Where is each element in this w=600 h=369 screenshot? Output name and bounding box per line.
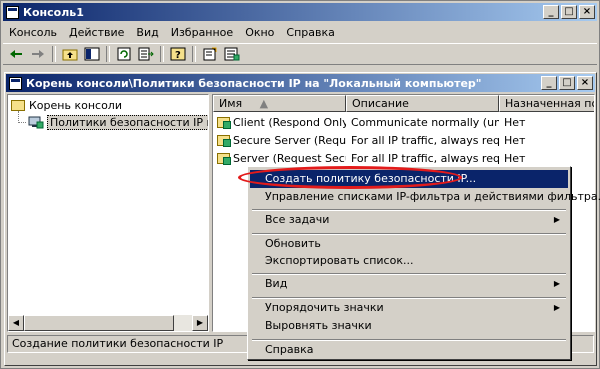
scroll-left-button[interactable]: ◀ <box>8 315 24 331</box>
back-arrow-icon[interactable] <box>6 45 26 63</box>
policy-description: Communicate normally (uns... <box>351 115 499 129</box>
child-window-title: Корень консоли\Политики безопасности IP … <box>26 76 482 90</box>
toolbar-separator <box>192 46 196 62</box>
list-row[interactable]: Client (Respond Only) Communicate normal… <box>213 113 594 131</box>
child-maximize-button[interactable]: □ <box>559 76 575 90</box>
policy-icon <box>217 135 231 147</box>
help-icon[interactable]: ? <box>168 45 188 63</box>
tree-item-root[interactable]: Корень консоли <box>11 97 122 113</box>
up-folder-icon[interactable] <box>60 45 80 63</box>
toolbar-separator <box>106 46 110 62</box>
tree-horizontal-scrollbar[interactable]: ◀ ▶ <box>8 315 208 331</box>
forward-arrow-icon[interactable] <box>28 45 48 63</box>
menu-view[interactable]: Вид <box>130 26 164 39</box>
create-policy-icon[interactable] <box>200 45 220 63</box>
column-header-description[interactable]: Описание <box>346 95 499 112</box>
column-header-name[interactable]: Имя ▲ <box>213 95 346 112</box>
menu-item-arrange-icons[interactable]: Упорядочить значки ▶ <box>250 299 568 317</box>
context-menu: Создать политику безопасности IP... Упра… <box>247 166 600 360</box>
svg-text:?: ? <box>175 50 181 61</box>
tree-item-ip-security-policies[interactable]: Политики безопасности IP на "Ло <box>28 114 208 130</box>
refresh-icon[interactable] <box>114 45 134 63</box>
submenu-arrow-icon: ▶ <box>553 215 560 224</box>
tree-item-label: Политики безопасности IP на "Ло <box>47 114 208 130</box>
show-hide-tree-icon[interactable] <box>82 45 102 63</box>
tree-item-label: Корень консоли <box>29 98 122 112</box>
child-title-bar[interactable]: Корень консоли\Политики безопасности IP … <box>6 74 595 92</box>
menu-action[interactable]: Действие <box>63 26 130 39</box>
status-text: Создание политики безопасности IP <box>12 337 224 350</box>
menu-item-view[interactable]: Вид ▶ <box>250 275 568 293</box>
tree-connector <box>18 111 26 123</box>
column-header-assigned[interactable]: Назначенная поли <box>499 95 594 112</box>
menu-window[interactable]: Окно <box>239 26 280 39</box>
menu-item-all-tasks[interactable]: Все задачи ▶ <box>250 211 568 229</box>
child-close-button[interactable]: × <box>577 76 593 90</box>
minimize-button[interactable]: _ <box>543 5 559 19</box>
ip-security-icon <box>28 116 44 129</box>
console-root-icon <box>9 76 22 90</box>
child-minimize-button[interactable]: _ <box>541 76 557 90</box>
policy-description: For all IP traffic, always req... <box>351 133 499 147</box>
policy-assigned: Нет <box>504 115 526 129</box>
policy-icon <box>217 153 231 165</box>
toolbar: ? <box>3 43 597 65</box>
list-row[interactable]: Secure Server (Requir... For all IP traf… <box>213 131 594 149</box>
app-title-bar[interactable]: Консоль1 _ □ × <box>3 3 597 21</box>
sort-ascending-icon: ▲ <box>259 97 269 110</box>
submenu-arrow-icon: ▶ <box>553 303 560 312</box>
console-app-icon <box>6 5 19 19</box>
toolbar-separator <box>160 46 164 62</box>
policy-name: Server (Request Secu... <box>233 151 346 165</box>
menu-item-help[interactable]: Справка <box>250 341 568 359</box>
menu-item-manage-ip-filter-lists[interactable]: Управление списками IP-фильтра и действи… <box>250 188 600 206</box>
policy-description: For all IP traffic, always req... <box>351 151 499 165</box>
tree-pane[interactable]: Корень консоли Политики безопасности IP … <box>7 94 209 332</box>
manage-filters-icon[interactable] <box>222 45 242 63</box>
policy-assigned: Нет <box>504 151 526 165</box>
menu-bar: Консоль Действие Вид Избранное Окно Спра… <box>3 23 597 41</box>
submenu-arrow-icon: ▶ <box>553 279 560 288</box>
menu-help[interactable]: Справка <box>280 26 340 39</box>
close-button[interactable]: × <box>579 5 595 19</box>
scroll-right-button[interactable]: ▶ <box>192 315 208 331</box>
menu-console[interactable]: Консоль <box>3 26 63 39</box>
policy-name: Client (Respond Only) <box>233 115 346 129</box>
app-title: Консоль1 <box>23 5 84 19</box>
scroll-thumb[interactable] <box>24 315 174 331</box>
list-row[interactable]: Server (Request Secu... For all IP traff… <box>213 149 594 167</box>
menu-item-refresh[interactable]: Обновить <box>250 235 568 253</box>
folder-icon <box>11 99 25 111</box>
policy-name: Secure Server (Requir... <box>233 133 346 147</box>
export-list-icon[interactable] <box>136 45 156 63</box>
menu-item-export-list[interactable]: Экспортировать список... <box>250 252 568 270</box>
policy-assigned: Нет <box>504 133 526 147</box>
menu-item-line-up-icons[interactable]: Выровнять значки <box>250 317 568 335</box>
toolbar-separator <box>52 46 56 62</box>
menu-favorites[interactable]: Избранное <box>165 26 239 39</box>
maximize-button[interactable]: □ <box>561 5 577 19</box>
menu-item-create-ip-security-policy[interactable]: Создать политику безопасности IP... <box>250 170 568 188</box>
policy-icon <box>217 117 231 129</box>
